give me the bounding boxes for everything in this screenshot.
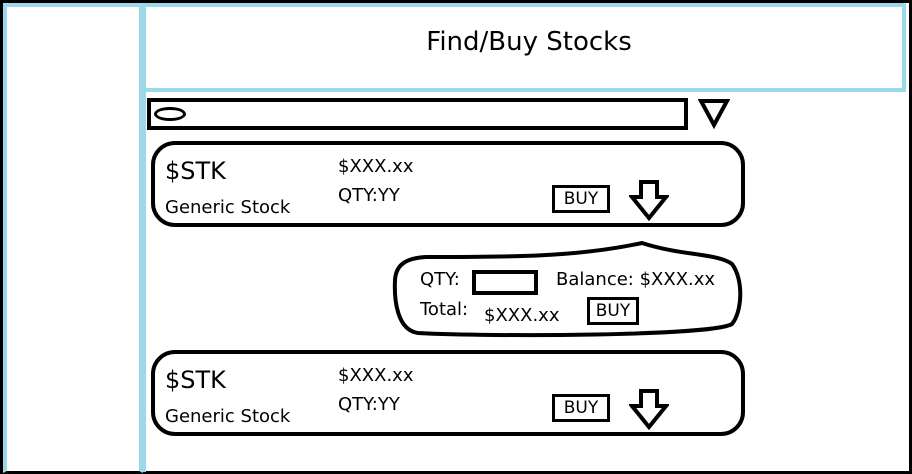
stock-name: Generic Stock [165, 406, 291, 427]
quantity-label: QTY: [420, 269, 460, 290]
arrow-down-icon[interactable] [629, 388, 669, 430]
stock-quantity: QTY:YY [338, 185, 400, 206]
search-bar[interactable] [147, 98, 688, 130]
buy-button[interactable]: BUY [552, 394, 610, 422]
stock-quantity: QTY:YY [338, 394, 400, 415]
stock-price: $XXX.xx [338, 156, 414, 177]
total-value: $XXX.xx [484, 305, 560, 326]
filter-dropdown[interactable] [697, 98, 731, 130]
stock-price: $XXX.xx [338, 365, 414, 386]
stock-symbol: $STK [165, 366, 226, 394]
stock-card[interactable]: $STK Generic Stock $XXX.xx QTY:YY BUY [151, 141, 745, 227]
header: Find/Buy Stocks [142, 3, 906, 92]
arrow-down-icon[interactable] [629, 179, 669, 221]
balance-label: Balance: $XXX.xx [556, 269, 716, 290]
confirm-buy-button[interactable]: BUY [587, 297, 639, 325]
sidebar [3, 3, 143, 473]
chevron-down-icon[interactable] [697, 98, 731, 130]
search-icon [154, 107, 186, 121]
buy-button[interactable]: BUY [552, 185, 610, 213]
search-input[interactable] [191, 102, 685, 128]
content-divider [142, 92, 146, 472]
total-label: Total: [420, 299, 469, 320]
stock-card[interactable]: $STK Generic Stock $XXX.xx QTY:YY BUY [151, 350, 745, 436]
quantity-input[interactable] [472, 270, 538, 295]
page-title: Find/Buy Stocks [426, 27, 632, 57]
buy-panel-bubble [392, 240, 743, 338]
stock-symbol: $STK [165, 157, 226, 185]
buy-panel: QTY: Balance: $XXX.xx Total: $XXX.xx BUY [392, 240, 744, 340]
stock-name: Generic Stock [165, 197, 291, 218]
